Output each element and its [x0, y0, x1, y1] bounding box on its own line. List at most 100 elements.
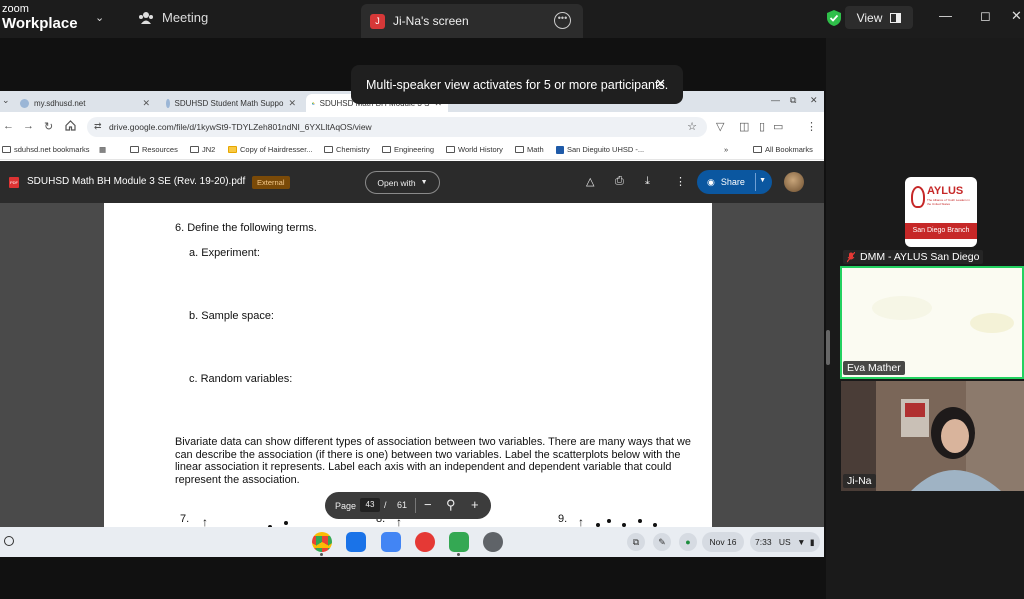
restore-browser-icon[interactable]: ⧉ — [790, 95, 796, 106]
settings-gear-icon[interactable] — [483, 532, 503, 552]
clipboard-icon[interactable]: ⧉ — [627, 533, 645, 551]
site-info-icon[interactable]: ⇄ — [94, 121, 102, 132]
tab-search-icon[interactable]: ⌄ — [2, 95, 10, 106]
browser-menu-icon[interactable]: ⋮ — [806, 120, 817, 133]
bookmark-label: World History — [458, 145, 503, 154]
bookmark-item[interactable]: Resources — [130, 145, 178, 154]
folder-icon — [324, 146, 333, 153]
close-browser-icon[interactable]: ✕ — [810, 95, 818, 106]
close-icon[interactable]: ✕ — [655, 76, 666, 92]
sidebar-icon[interactable]: ▯ — [759, 120, 765, 133]
minimize-browser-icon[interactable]: — — [771, 95, 780, 105]
paint-app-icon[interactable] — [415, 532, 435, 552]
more-options-icon[interactable]: ••• — [554, 12, 571, 29]
browser-tab-label: SDUHSD Student Math Suppo — [174, 98, 284, 108]
print-icon[interactable]: ⎙ — [615, 175, 624, 188]
minimize-window-icon[interactable]: — — [939, 8, 952, 23]
status-dot-icon[interactable]: ● — [679, 533, 697, 551]
close-tab-icon[interactable]: ✕ — [142, 98, 150, 109]
dmm-name-label: DMM - AYLUS San Diego — [860, 251, 980, 263]
shared-screen-tab[interactable]: J Ji-Na's screen ••• — [361, 4, 583, 38]
participant-name-dmm[interactable]: DMM - AYLUS San Diego — [843, 250, 984, 264]
external-badge: External — [252, 176, 290, 189]
bookmark-label: Engineering — [394, 145, 435, 154]
pen-icon[interactable]: ✎ — [653, 533, 671, 551]
participant-name-eva[interactable]: Eva Mather — [843, 361, 905, 375]
screencast-app-icon[interactable] — [449, 532, 469, 552]
zoom-out-icon[interactable]: − — [424, 497, 432, 512]
bookmark-item[interactable]: Copy of Hairdresser... — [228, 145, 313, 154]
download-icon[interactable]: ⤓ — [645, 175, 650, 188]
scatter-point — [638, 519, 642, 523]
tray-date[interactable]: Nov 16 — [702, 532, 744, 552]
bookmark-item[interactable]: Engineering — [382, 145, 434, 154]
bookmark-item[interactable]: San Dieguito UHSD -... — [556, 145, 644, 154]
reload-icon[interactable]: ↻ — [44, 120, 53, 133]
extensions-icon[interactable]: ◫ — [739, 120, 749, 133]
view-button[interactable]: View — [845, 6, 913, 29]
address-bar[interactable]: ⇄ drive.google.com/file/d/1kywSt9-TDYLZe… — [87, 117, 707, 137]
chevron-down-icon[interactable]: ⌄ — [95, 11, 104, 24]
home-icon[interactable] — [65, 120, 76, 131]
document-viewport[interactable]: 6. Define the following terms. a. Experi… — [0, 203, 824, 527]
folder-icon — [753, 146, 762, 153]
bookmark-item[interactable]: Math — [515, 145, 544, 154]
drive-viewer-header: PDF SDUHSD Math BH Module 3 SE (Rev. 19-… — [0, 161, 824, 203]
share-button[interactable]: ◉ Share ▼ — [697, 170, 772, 194]
grid-view-icon — [890, 12, 902, 23]
participants-icon — [139, 11, 153, 24]
close-window-icon[interactable]: ✕ — [1011, 8, 1022, 24]
chrome-app-icon[interactable] — [312, 532, 332, 552]
browser-tab-1[interactable]: my.sdhusd.net ✕ — [14, 94, 156, 112]
user-avatar[interactable] — [784, 172, 804, 192]
shield-extension-icon[interactable]: ▽ — [716, 120, 724, 133]
aylus-branch-label: San Diego Branch — [905, 223, 977, 239]
zoom-in-icon[interactable]: + — [471, 497, 479, 512]
launcher-icon[interactable] — [4, 536, 14, 546]
pdf-page: 6. Define the following terms. a. Experi… — [104, 203, 712, 527]
pdf-file-icon: PDF — [9, 177, 19, 188]
screen-tab-label: Ji-Na's screen — [393, 14, 469, 28]
participant-name-jina[interactable]: Ji-Na — [843, 474, 876, 488]
page-navigation: Page 43 / 61 − ⚲ + — [325, 492, 491, 519]
bookmark-item[interactable]: World History — [446, 145, 503, 154]
tray-region: US — [778, 537, 791, 547]
all-bookmarks[interactable]: All Bookmarks — [753, 145, 813, 154]
question-6c: c. Random variables: — [189, 373, 293, 385]
aylus-logo-subtitle: The Alliance of Youth Leaders in the Uni… — [927, 198, 970, 206]
question-6a: a. Experiment: — [189, 247, 260, 259]
back-arrow-icon[interactable]: ← — [3, 120, 14, 132]
bookmark-item[interactable]: JN2 — [190, 145, 215, 154]
files-app-icon[interactable] — [381, 532, 401, 552]
meeting-tab[interactable]: Meeting — [138, 10, 208, 25]
open-with-button[interactable]: Open with ▼ — [365, 171, 440, 194]
caret-down-icon[interactable]: ▼ — [759, 177, 766, 184]
forward-arrow-icon[interactable]: → — [23, 120, 34, 132]
more-bookmarks-icon[interactable]: » — [724, 145, 728, 154]
bookmark-item[interactable]: Chemistry — [324, 145, 370, 154]
add-to-drive-icon[interactable]: △ — [586, 175, 594, 188]
bivariate-paragraph: Bivariate data can show different types … — [175, 436, 691, 487]
folder-icon — [382, 146, 391, 153]
folder-icon — [190, 146, 199, 153]
bookmark-star-icon[interactable]: ☆ — [687, 120, 697, 133]
close-tab-icon[interactable]: ✕ — [288, 98, 296, 109]
tray-status-area[interactable]: 7:33 US ▼ ▮ — [750, 532, 820, 552]
google-drive-icon — [312, 101, 315, 105]
caret-down-icon: ▼ — [420, 179, 428, 186]
panel-resize-handle[interactable] — [826, 330, 830, 365]
zoom-search-icon[interactable]: ⚲ — [446, 497, 456, 513]
classroom-app-icon[interactable] — [346, 532, 366, 552]
apps-grid-icon[interactable]: ▦ — [99, 145, 106, 154]
bookmark-item[interactable]: sduhsd.net bookmarks — [2, 145, 89, 154]
page-total: 61 — [397, 500, 408, 510]
maximize-window-icon[interactable]: ◻ — [980, 8, 991, 24]
zoom-window: zoom Workplace ⌄ Meeting J Ji-Na's scree… — [0, 0, 1024, 599]
share-label: Share — [720, 177, 745, 187]
more-actions-icon[interactable]: ⋮ — [675, 175, 686, 188]
cast-icon[interactable]: ▭ — [773, 120, 783, 133]
question-6b: b. Sample space: — [189, 310, 274, 322]
page-number-input[interactable]: 43 — [360, 498, 380, 512]
security-shield-icon[interactable] — [826, 9, 842, 27]
browser-tab-2[interactable]: SDUHSD Student Math Suppo ✕ — [160, 94, 302, 112]
